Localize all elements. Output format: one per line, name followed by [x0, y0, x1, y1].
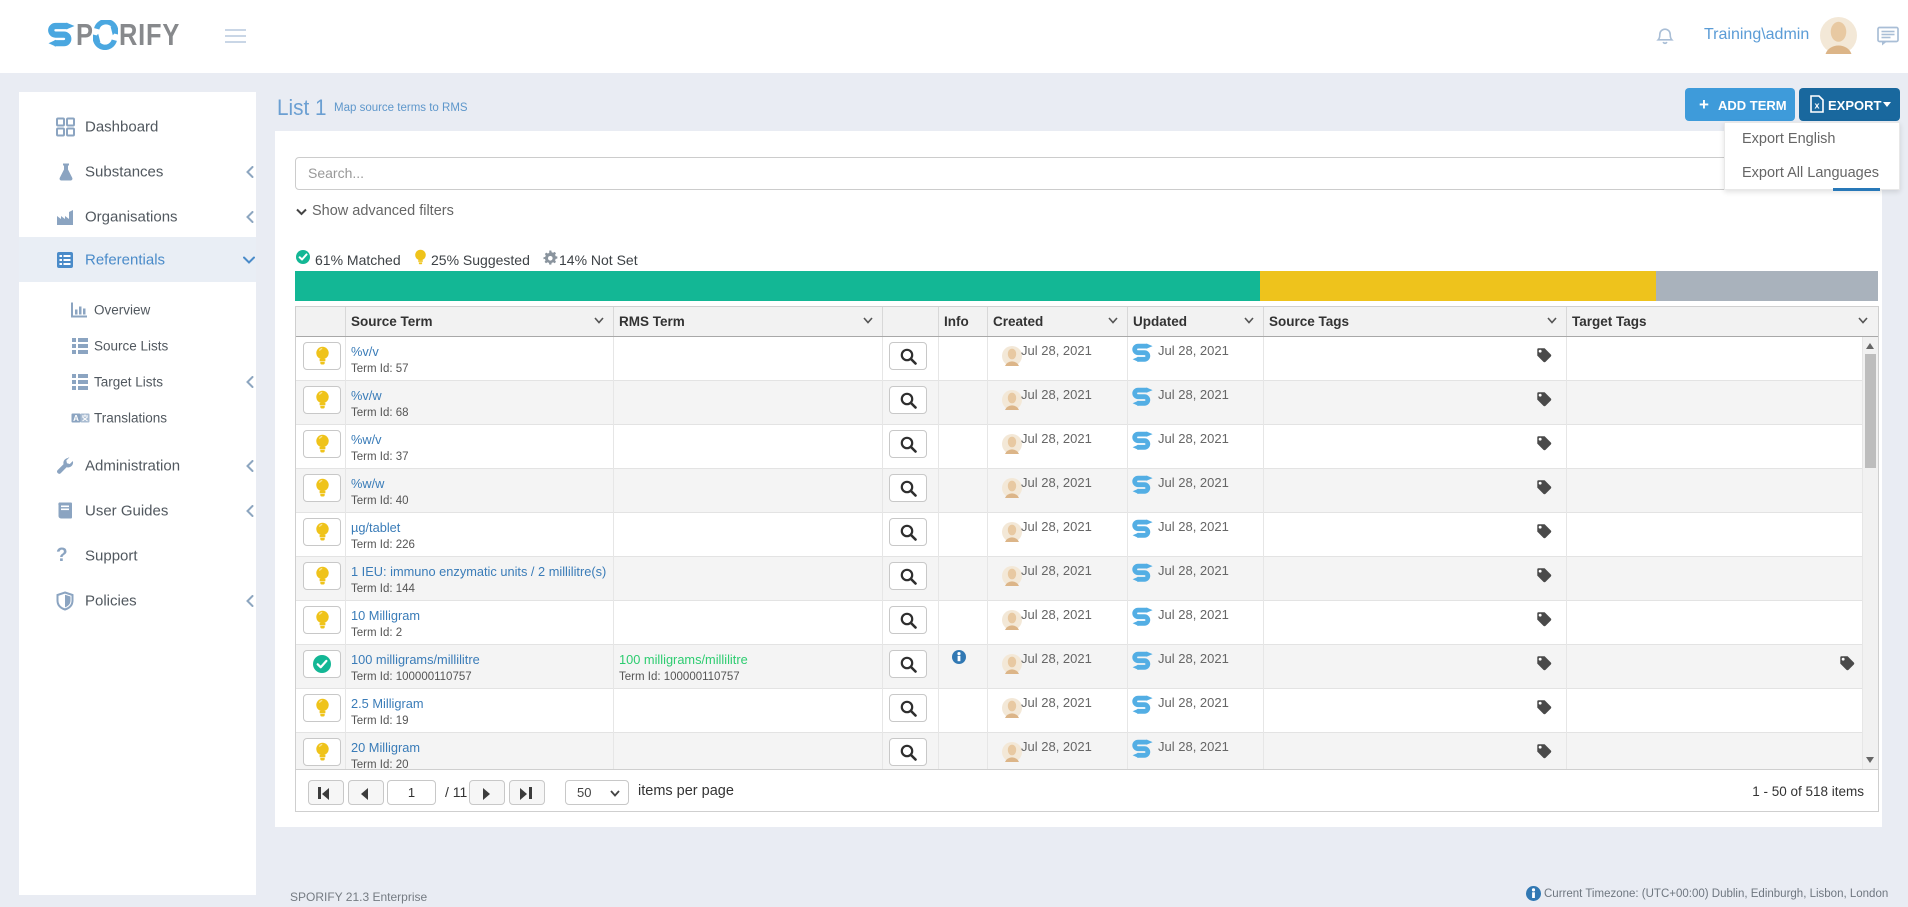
svg-text:x: x	[1814, 101, 1819, 111]
svg-text:A: A	[73, 414, 79, 423]
